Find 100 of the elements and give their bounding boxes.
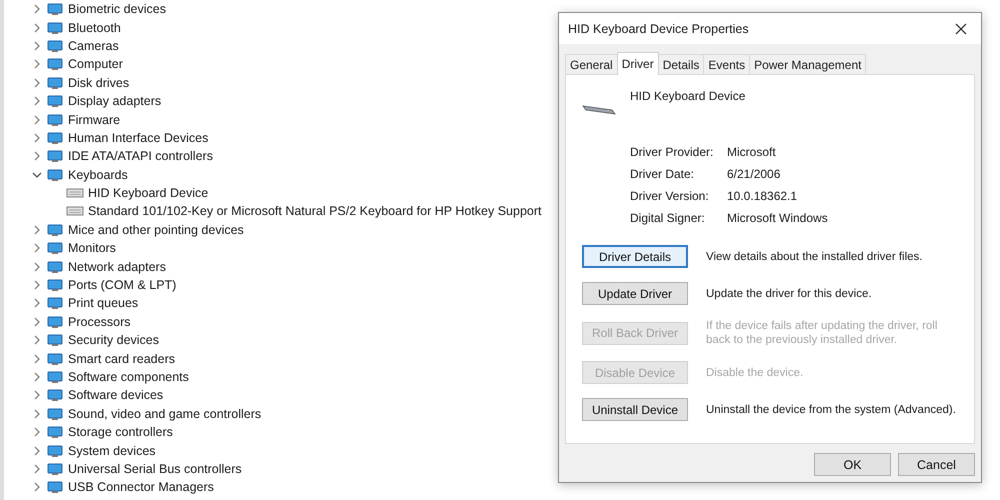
expand-chevron-icon[interactable] xyxy=(32,316,42,327)
dialog-button[interactable]: Cancel xyxy=(898,453,975,476)
device-icon xyxy=(47,258,63,275)
device-icon xyxy=(47,20,63,36)
device-icon xyxy=(47,277,63,294)
tree-item[interactable]: Software devices xyxy=(68,387,164,404)
action-description: If the device fails after updating the driver, roll back to the previously installed driver. xyxy=(706,319,938,347)
tree-item[interactable]: Bluetooth xyxy=(68,20,121,36)
tree-item[interactable]: Ports (COM & LPT) xyxy=(68,277,176,294)
tree-item[interactable]: HID Keyboard Device xyxy=(88,185,208,202)
expand-chevron-icon[interactable] xyxy=(32,390,42,400)
action-description: Update the driver for this device. xyxy=(706,286,873,300)
window-title: HID Keyboard Device Properties xyxy=(568,22,749,36)
field-label: Driver Provider: xyxy=(630,145,714,159)
tree-item[interactable]: Firmware xyxy=(68,112,120,128)
expand-chevron-icon[interactable] xyxy=(32,335,42,346)
tab[interactable]: General xyxy=(565,54,618,74)
expand-chevron-icon[interactable] xyxy=(32,132,42,143)
expand-chevron-icon[interactable] xyxy=(32,372,42,382)
device-icon xyxy=(47,93,63,110)
tree-item[interactable]: Computer xyxy=(68,56,123,72)
device-icon xyxy=(47,332,63,348)
expand-chevron-icon[interactable] xyxy=(32,446,42,456)
device-icon xyxy=(47,1,63,18)
tree-item[interactable]: Standard 101/102-Key or Microsoft Natural PS/2 Keyboard for HP Hotkey Support xyxy=(88,203,542,220)
action-description: Uninstall the device from the system (Advanced). xyxy=(706,402,957,416)
expand-chevron-icon[interactable] xyxy=(32,354,42,364)
expand-chevron-icon[interactable] xyxy=(32,262,42,272)
device-icon xyxy=(47,479,63,496)
device-icon xyxy=(47,130,63,146)
action-button[interactable]: Update Driver xyxy=(582,282,688,305)
field-value: 6/21/2006 xyxy=(727,167,782,181)
field-value: Microsoft xyxy=(727,145,777,159)
tree-item[interactable]: USB Connector Managers xyxy=(68,479,214,496)
field-label: Driver Version: xyxy=(630,189,710,203)
tree-item[interactable]: System devices xyxy=(68,442,156,459)
expand-chevron-icon[interactable] xyxy=(32,59,42,70)
tree-item[interactable]: Keyboards xyxy=(68,166,128,183)
tree-item[interactable]: Processors xyxy=(68,314,131,330)
device-icon xyxy=(47,350,63,367)
keyboard-icon xyxy=(66,205,84,218)
expand-chevron-icon[interactable] xyxy=(32,114,42,125)
tree-item[interactable]: Cameras xyxy=(68,38,119,54)
device-icon xyxy=(47,314,63,330)
action-description: View details about the installed driver files. xyxy=(706,250,924,264)
device-icon xyxy=(47,295,63,312)
tab[interactable]: Power Management xyxy=(749,54,866,74)
tree-item[interactable]: Mice and other pointing devices xyxy=(68,222,244,238)
action-button[interactable]: Uninstall Device xyxy=(582,398,688,421)
tree-item[interactable]: Display adapters xyxy=(68,93,162,110)
tree-item[interactable]: Human Interface Devices xyxy=(68,130,208,146)
tab[interactable]: Driver xyxy=(616,52,659,75)
device-icon xyxy=(47,222,63,238)
tree-item[interactable]: Smart card readers xyxy=(68,350,175,367)
field-label: Digital Signer: xyxy=(630,211,706,225)
expand-chevron-icon[interactable] xyxy=(32,427,42,438)
close-icon xyxy=(955,22,967,34)
tree-item[interactable]: Software components xyxy=(68,369,189,385)
device-icon xyxy=(47,240,63,256)
device-icon xyxy=(47,148,63,164)
device-icon xyxy=(47,56,63,72)
tree-item[interactable]: Biometric devices xyxy=(68,1,166,18)
device-icon xyxy=(47,112,63,128)
tree-item[interactable]: Universal Serial Bus controllers xyxy=(68,460,242,477)
tree-item[interactable]: Sound, video and game controllers xyxy=(68,406,262,422)
expand-chevron-icon[interactable] xyxy=(32,464,42,474)
expand-chevron-icon[interactable] xyxy=(32,4,42,14)
expand-chevron-icon[interactable] xyxy=(32,408,42,419)
tree-item[interactable]: Print queues xyxy=(68,295,138,312)
expand-chevron-icon[interactable] xyxy=(32,280,42,290)
keyboard-icon xyxy=(66,187,84,200)
device-icon xyxy=(47,74,63,91)
field-value: 10.0.18362.1 xyxy=(727,189,798,203)
tree-item[interactable]: Storage controllers xyxy=(68,424,173,440)
expand-chevron-icon[interactable] xyxy=(32,96,42,106)
collapse-chevron-icon[interactable] xyxy=(32,170,42,180)
tree-item[interactable]: Monitors xyxy=(68,240,116,256)
field-value: Microsoft Windows xyxy=(727,211,829,225)
device-icon xyxy=(47,38,63,54)
device-icon xyxy=(47,460,63,477)
tree-item[interactable]: Disk drives xyxy=(68,74,130,91)
expand-chevron-icon[interactable] xyxy=(32,482,42,492)
expand-chevron-icon[interactable] xyxy=(32,243,42,254)
tree-item[interactable]: Security devices xyxy=(68,332,160,348)
expand-chevron-icon[interactable] xyxy=(32,40,42,51)
device-name: HID Keyboard Device xyxy=(630,89,746,103)
expand-chevron-icon[interactable] xyxy=(32,224,42,235)
action-description: Disable the device. xyxy=(706,366,804,380)
expand-chevron-icon[interactable] xyxy=(32,298,42,308)
action-button[interactable]: Driver Details xyxy=(582,245,688,268)
tree-item[interactable]: Network adapters xyxy=(68,258,166,275)
field-label: Driver Date: xyxy=(630,167,696,181)
expand-chevron-icon[interactable] xyxy=(32,78,42,88)
device-icon xyxy=(47,166,63,183)
dialog-button[interactable]: OK xyxy=(814,453,891,476)
tree-item[interactable]: IDE ATA/ATAPI controllers xyxy=(68,148,213,164)
expand-chevron-icon[interactable] xyxy=(32,22,42,33)
device-icon xyxy=(47,442,63,459)
expand-chevron-icon[interactable] xyxy=(32,151,42,162)
device-icon xyxy=(47,369,63,385)
